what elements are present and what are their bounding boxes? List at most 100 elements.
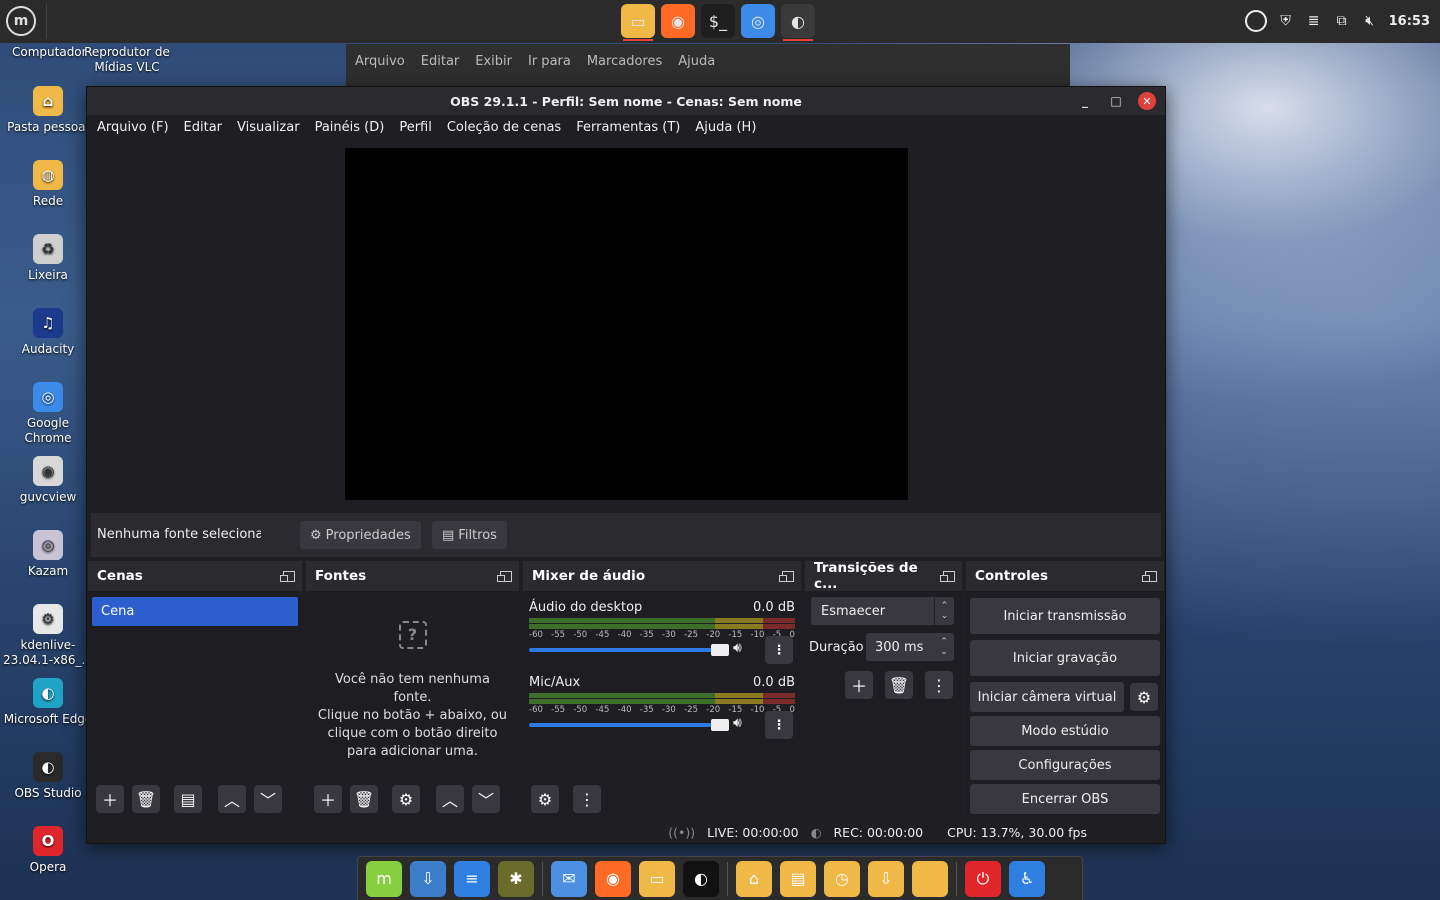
obs-titlebar[interactable]: OBS 29.1.1 - Perfil: Sem nome - Cenas: S… xyxy=(87,87,1165,115)
desktop-item[interactable]: ◎ Kazam xyxy=(0,530,96,579)
menu-docks[interactable]: Painéis (D) xyxy=(315,120,385,135)
dock-mint-menu-icon[interactable]: m xyxy=(366,860,402,897)
remove-transition-button[interactable]: 🗑︎ xyxy=(885,671,913,699)
taskbar-files-icon[interactable]: ▭ xyxy=(621,4,655,41)
sources-list[interactable]: ? Você não tem nenhuma fonte. Clique no … xyxy=(306,591,519,819)
menu-help[interactable]: Ajuda (H) xyxy=(695,120,756,135)
bg-menu-edit[interactable]: Editar xyxy=(421,54,460,69)
spin-icon[interactable]: ⌃ ⌄ xyxy=(934,633,954,661)
bg-menu-go[interactable]: Ir para xyxy=(528,54,571,69)
scene-down-button[interactable]: ﹀ xyxy=(254,785,282,813)
preview-canvas[interactable] xyxy=(345,148,908,500)
clock[interactable]: 16:53 xyxy=(1389,14,1430,29)
remove-source-button[interactable]: 🗑︎ xyxy=(350,785,378,813)
undock-icon[interactable] xyxy=(280,570,295,582)
scene-item[interactable]: Cena xyxy=(92,597,298,626)
dock-text-editor-2-icon[interactable]: ▭ xyxy=(639,860,675,897)
slider-handle[interactable] xyxy=(711,719,729,731)
channel-menu-button[interactable]: ⋮ xyxy=(765,711,793,739)
desktop-item[interactable]: ⚙ kdenlive- 23.04.1-x86_... xyxy=(0,604,96,668)
channel-menu-button[interactable]: ⋮ xyxy=(765,636,793,664)
slider-handle[interactable] xyxy=(711,644,729,656)
bg-menu-help[interactable]: Ajuda xyxy=(678,54,715,69)
dock-recent-folder-icon[interactable]: ◷ xyxy=(824,860,860,897)
bg-menu-file[interactable]: Arquivo xyxy=(355,54,405,69)
remove-scene-button[interactable]: 🗑︎ xyxy=(132,785,160,813)
bg-menu-bookmarks[interactable]: Marcadores xyxy=(587,54,662,69)
network-icon[interactable]: ⧉ xyxy=(1333,12,1351,30)
desktop-label-computer[interactable]: Computador xyxy=(12,45,87,60)
dock-update-manager-icon[interactable]: ⇩ xyxy=(410,860,446,897)
menu-scene-collection[interactable]: Coleção de cenas xyxy=(447,120,561,135)
source-down-button[interactable]: ﹀ xyxy=(472,785,500,813)
exit-button[interactable]: Encerrar OBS xyxy=(970,784,1160,814)
studio-mode-button[interactable]: Modo estúdio xyxy=(970,716,1160,746)
dock-power-icon[interactable]: ⏻ xyxy=(965,860,1001,897)
notes-icon[interactable]: ≣ xyxy=(1305,12,1323,30)
undock-icon[interactable] xyxy=(779,570,794,582)
desktop-item[interactable]: ♻ Lixeira xyxy=(0,234,96,283)
dock-obs-icon[interactable]: ◐ xyxy=(683,860,719,897)
volume-slider[interactable] xyxy=(529,719,729,731)
mixer-menu-button[interactable]: ⋮ xyxy=(573,785,601,813)
start-recording-button[interactable]: Iniciar gravação xyxy=(970,640,1160,676)
speaker-icon[interactable]: 🔊︎ xyxy=(733,715,742,731)
add-scene-button[interactable]: ＋ xyxy=(96,785,124,813)
desktop-item[interactable]: ◐ OBS Studio xyxy=(0,752,96,801)
duration-input[interactable]: 300 ms ⌃ ⌄ xyxy=(866,633,954,661)
minimize-icon[interactable]: _ xyxy=(1076,92,1094,110)
properties-button[interactable]: ⚙ Propriedades xyxy=(300,521,421,549)
transition-menu-button[interactable]: ⋮ xyxy=(925,671,953,699)
desktop-item[interactable]: ◎ Google Chrome xyxy=(0,382,96,446)
dock-home-folder-icon[interactable]: ⌂ xyxy=(736,860,772,897)
undock-icon[interactable] xyxy=(1142,570,1157,582)
start-virtualcam-button[interactable]: Iniciar câmera virtual xyxy=(970,682,1124,712)
dock-text-editor-icon[interactable]: ≡ xyxy=(454,860,490,897)
bg-menu-view[interactable]: Exibir xyxy=(475,54,512,69)
filters-button[interactable]: ▤ Filtros xyxy=(432,521,507,549)
add-source-button[interactable]: ＋ xyxy=(314,785,342,813)
mint-menu-button[interactable]: m xyxy=(6,6,36,36)
source-properties-button[interactable]: ⚙ xyxy=(392,785,420,813)
desktop-item[interactable]: O Opera xyxy=(0,826,96,875)
menu-file[interactable]: Arquivo (F) xyxy=(97,120,169,135)
desktop-item[interactable]: ◐ Microsoft Edge xyxy=(0,678,96,727)
desktop-label-vlc[interactable]: Reprodutor de Mídias VLC xyxy=(84,45,170,75)
scene-up-button[interactable]: ︿ xyxy=(218,785,246,813)
add-transition-button[interactable]: ＋ xyxy=(845,671,873,699)
close-icon[interactable]: ✕ xyxy=(1138,92,1156,110)
obs-tray-icon[interactable] xyxy=(1244,10,1267,32)
speaker-icon[interactable]: 🔊︎ xyxy=(733,640,742,656)
scene-filters-button[interactable]: ▤ xyxy=(174,785,202,813)
desktop-item[interactable]: ♫ Audacity xyxy=(0,308,96,357)
mixer-settings-button[interactable]: ⚙ xyxy=(531,785,559,813)
source-up-button[interactable]: ︿ xyxy=(436,785,464,813)
menu-tools[interactable]: Ferramentas (T) xyxy=(576,120,680,135)
virtualcam-settings-button[interactable]: ⚙ xyxy=(1130,683,1158,711)
desktop-item[interactable]: ◉ guvcview xyxy=(0,456,96,505)
menu-edit[interactable]: Editar xyxy=(184,120,223,135)
start-streaming-button[interactable]: Iniciar transmissão xyxy=(970,598,1160,634)
shield-icon[interactable]: ⛨ xyxy=(1277,12,1295,30)
desktop-item[interactable]: ⌂ Pasta pessoal xyxy=(0,86,96,135)
maximize-icon[interactable]: □ xyxy=(1107,92,1125,110)
taskbar-obs-icon[interactable]: ◐ xyxy=(781,4,815,41)
dock-folder-icon[interactable] xyxy=(912,860,948,897)
volume-muted-icon[interactable]: 🔇︎ xyxy=(1361,12,1379,30)
transition-select[interactable]: Esmaecer ⌃ ⌄ xyxy=(811,597,954,625)
menu-profile[interactable]: Perfil xyxy=(399,120,432,135)
taskbar-chrome-icon[interactable]: ◎ xyxy=(741,4,775,38)
desktop-item[interactable]: ◍ Rede xyxy=(0,160,96,209)
taskbar-terminal-icon[interactable]: $_ xyxy=(701,4,735,38)
undock-icon[interactable] xyxy=(497,570,512,582)
settings-button[interactable]: Configurações xyxy=(970,750,1160,780)
taskbar-firefox-icon[interactable]: ◉ xyxy=(661,4,695,38)
undock-icon[interactable] xyxy=(940,570,955,582)
dock-downloads-folder-icon[interactable]: ⇩ xyxy=(868,860,904,897)
menu-view[interactable]: Visualizar xyxy=(237,120,300,135)
dock-documents-folder-icon[interactable]: ▤ xyxy=(780,860,816,897)
dock-mail-icon[interactable]: ✉ xyxy=(551,860,587,897)
volume-slider[interactable] xyxy=(529,644,729,656)
dock-accessibility-icon[interactable]: ♿ xyxy=(1009,860,1045,897)
dock-image-viewer-icon[interactable]: ✱ xyxy=(498,860,534,897)
